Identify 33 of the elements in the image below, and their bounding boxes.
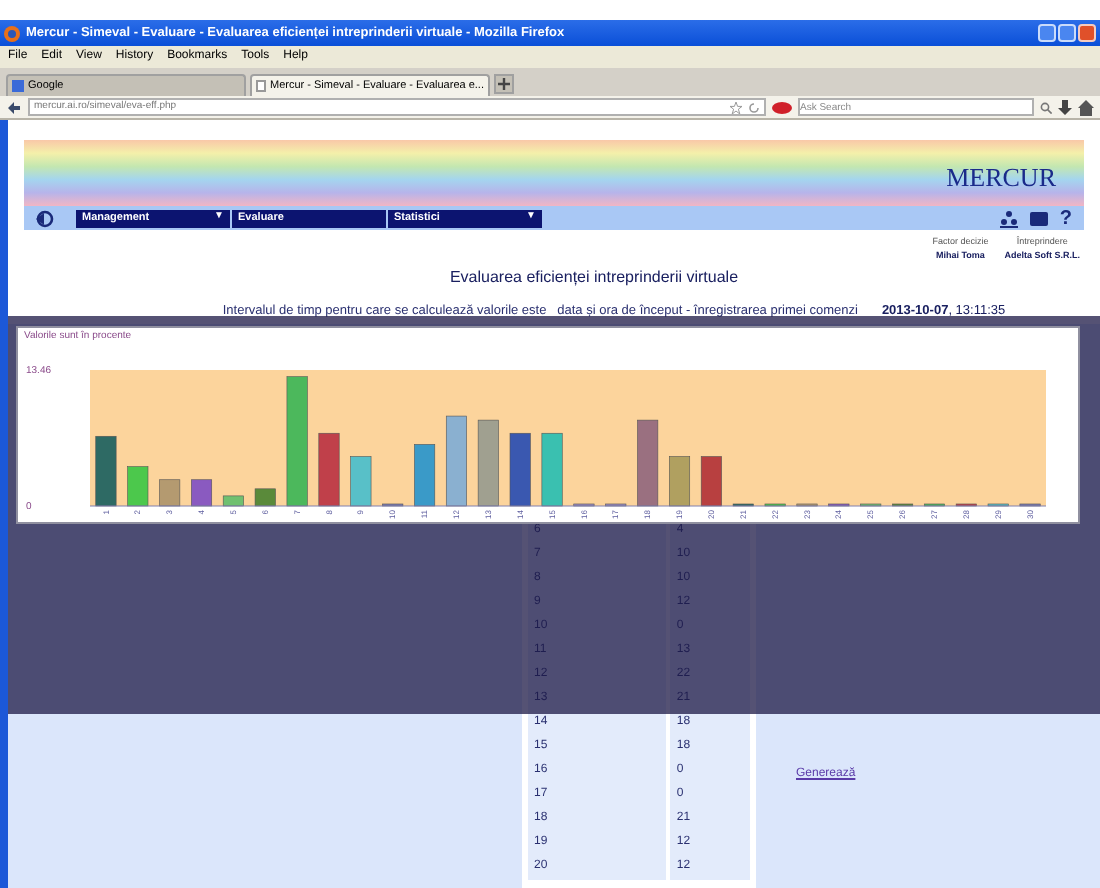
bar [222, 494, 244, 506]
bar [541, 431, 563, 506]
search-icon[interactable] [1040, 101, 1052, 113]
users-icon[interactable] [999, 209, 1018, 227]
back-arrow-icon[interactable] [6, 99, 22, 115]
bar [669, 455, 691, 506]
help-button[interactable]: ? [1059, 203, 1072, 233]
bar [509, 431, 531, 506]
tab-favicon-icon [12, 80, 24, 92]
minimize-button[interactable] [1038, 24, 1056, 42]
home-icon[interactable] [1078, 99, 1094, 115]
new-tab-button[interactable] [494, 74, 514, 94]
site-logo[interactable]: MERCUR [946, 157, 1056, 196]
bar [159, 478, 181, 506]
bar [95, 434, 117, 506]
page-icon [256, 80, 266, 92]
bar [637, 418, 659, 506]
bar [127, 465, 149, 506]
bar [191, 478, 213, 506]
bar [700, 455, 722, 506]
star-icon[interactable] [730, 101, 742, 113]
close-button[interactable] [1078, 24, 1096, 42]
bar [477, 418, 499, 506]
bar [350, 455, 372, 506]
page-heading: Evaluarea eficienței intreprinderii virtuale [447, 265, 741, 289]
bar [445, 414, 467, 506]
bar [318, 431, 340, 506]
reload-icon[interactable] [748, 101, 760, 113]
bar [414, 443, 436, 506]
firefox-icon [4, 25, 20, 41]
bar [286, 375, 308, 506]
maximize-button[interactable] [1058, 24, 1076, 42]
download-icon[interactable] [1058, 99, 1072, 115]
